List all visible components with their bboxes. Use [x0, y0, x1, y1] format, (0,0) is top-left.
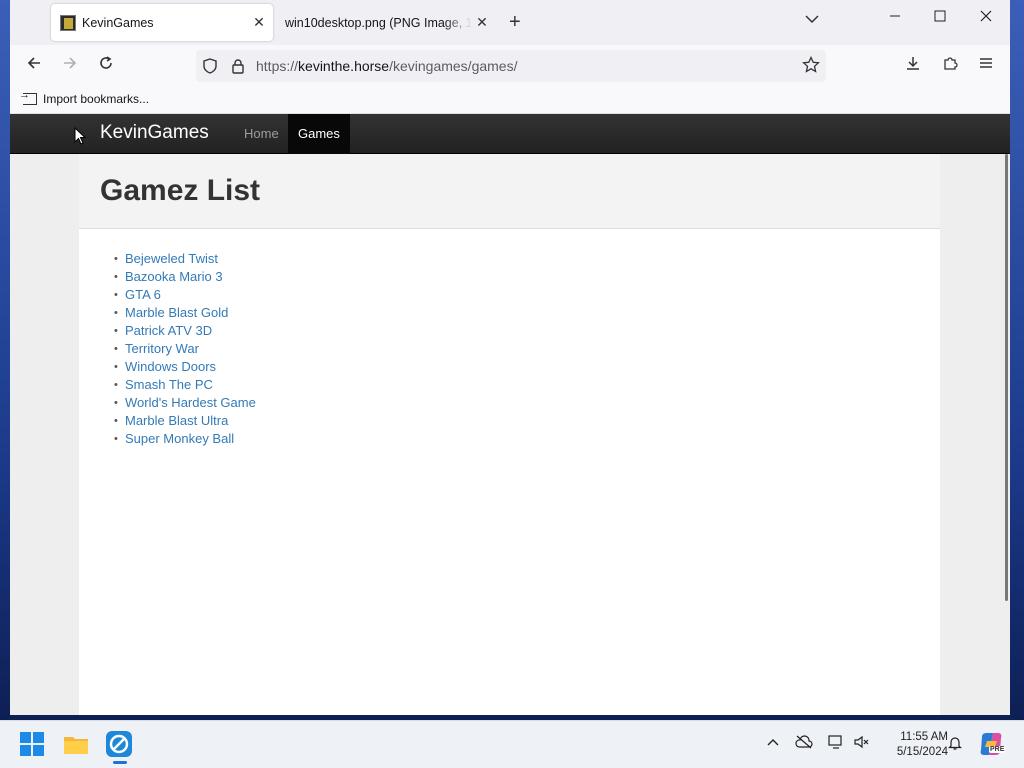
import-bookmarks-label: Import bookmarks...: [43, 92, 150, 106]
game-link[interactable]: Bazooka Mario 3: [114, 268, 256, 286]
tracking-protection-icon[interactable]: [202, 58, 218, 74]
copilot-badge: PRE: [989, 746, 1006, 753]
hamburger-menu-icon[interactable]: [972, 54, 1000, 78]
start-icon[interactable]: [17, 729, 49, 761]
network-icon[interactable]: [828, 735, 844, 752]
games-list: Bejeweled Twist Bazooka Mario 3 GTA 6 Ma…: [114, 250, 256, 448]
game-link[interactable]: Smash The PC: [114, 376, 256, 394]
back-arrow-icon[interactable]: [20, 54, 48, 78]
show-hidden-icons-icon[interactable]: [766, 735, 780, 752]
browser-taskbar-icon[interactable]: [104, 729, 136, 764]
reload-icon[interactable]: [92, 54, 120, 78]
tab-bar: KevinGames ✕ win10desktop.png (PNG Image…: [10, 0, 1010, 45]
game-link[interactable]: Marble Blast Gold: [114, 304, 256, 322]
new-tab-icon[interactable]: +: [509, 11, 521, 33]
game-link[interactable]: Bejeweled Twist: [114, 250, 256, 268]
url-text[interactable]: https://kevinthe.horse/kevingames/games/: [256, 58, 518, 74]
clock-time: 11:55 AM: [900, 731, 948, 743]
nav-games[interactable]: Games: [288, 114, 350, 154]
notifications-bell-icon[interactable]: [948, 735, 962, 754]
tab-title: win10desktop.png (PNG Image, 1024: [285, 15, 472, 30]
onedrive-offline-icon[interactable]: [795, 735, 813, 752]
bookmark-star-icon[interactable]: [802, 55, 820, 79]
close-tab-icon[interactable]: ✕: [249, 14, 269, 31]
mouse-pointer-icon: [74, 127, 86, 145]
lock-icon[interactable]: [230, 58, 246, 74]
main-container: Gamez List Bejeweled Twist Bazooka Mario…: [79, 154, 940, 715]
tab-kevingames[interactable]: KevinGames ✕: [51, 4, 273, 41]
extensions-icon[interactable]: [936, 54, 964, 78]
close-window-icon[interactable]: [971, 9, 1001, 25]
page-content: KevinGames Home Games Gamez List Bejewel…: [10, 114, 1010, 715]
browser-window: KevinGames ✕ win10desktop.png (PNG Image…: [10, 0, 1010, 715]
navigation-toolbar: https://kevinthe.horse/kevingames/games/: [10, 45, 1010, 87]
taskbar-clock[interactable]: 11:55 AM 5/15/2024: [878, 730, 948, 760]
tab-win10desktop[interactable]: win10desktop.png (PNG Image, 1024 ✕: [276, 4, 496, 41]
taskbar: 11:55 AM 5/15/2024 PRE: [0, 720, 1024, 768]
copilot-icon[interactable]: PRE: [978, 731, 1006, 759]
minimize-icon[interactable]: [880, 9, 910, 25]
close-tab-icon[interactable]: ✕: [472, 14, 492, 31]
game-link[interactable]: Windows Doors: [114, 358, 256, 376]
import-bookmarks-button[interactable]: Import bookmarks...: [19, 89, 150, 106]
clock-date: 5/15/2024: [896, 746, 948, 758]
file-explorer-icon[interactable]: [61, 729, 93, 761]
game-link[interactable]: Marble Blast Ultra: [114, 412, 256, 430]
site-navbar: KevinGames Home Games: [10, 114, 1010, 154]
page-title: Gamez List: [100, 174, 261, 207]
site-brand[interactable]: KevinGames: [100, 122, 209, 144]
url-bar[interactable]: https://kevinthe.horse/kevingames/games/: [196, 50, 826, 82]
forward-arrow-icon[interactable]: [56, 54, 84, 78]
game-link[interactable]: World's Hardest Game: [114, 394, 256, 412]
nav-home[interactable]: Home: [234, 114, 289, 154]
bookmarks-toolbar: Import bookmarks...: [10, 87, 1010, 114]
game-link[interactable]: GTA 6: [114, 286, 256, 304]
game-link[interactable]: Territory War: [114, 340, 256, 358]
site-favicon-icon: [60, 14, 76, 31]
game-link[interactable]: Super Monkey Ball: [114, 430, 256, 448]
import-icon: [19, 89, 37, 105]
list-all-tabs-icon[interactable]: [805, 12, 819, 27]
page-scrollbar[interactable]: [1005, 154, 1008, 601]
page-header: Gamez List: [79, 154, 940, 229]
tab-title: KevinGames: [82, 15, 154, 30]
maximize-icon[interactable]: [925, 9, 955, 25]
game-link[interactable]: Patrick ATV 3D: [114, 322, 256, 340]
download-icon[interactable]: [899, 54, 927, 78]
volume-muted-icon[interactable]: [853, 735, 869, 752]
